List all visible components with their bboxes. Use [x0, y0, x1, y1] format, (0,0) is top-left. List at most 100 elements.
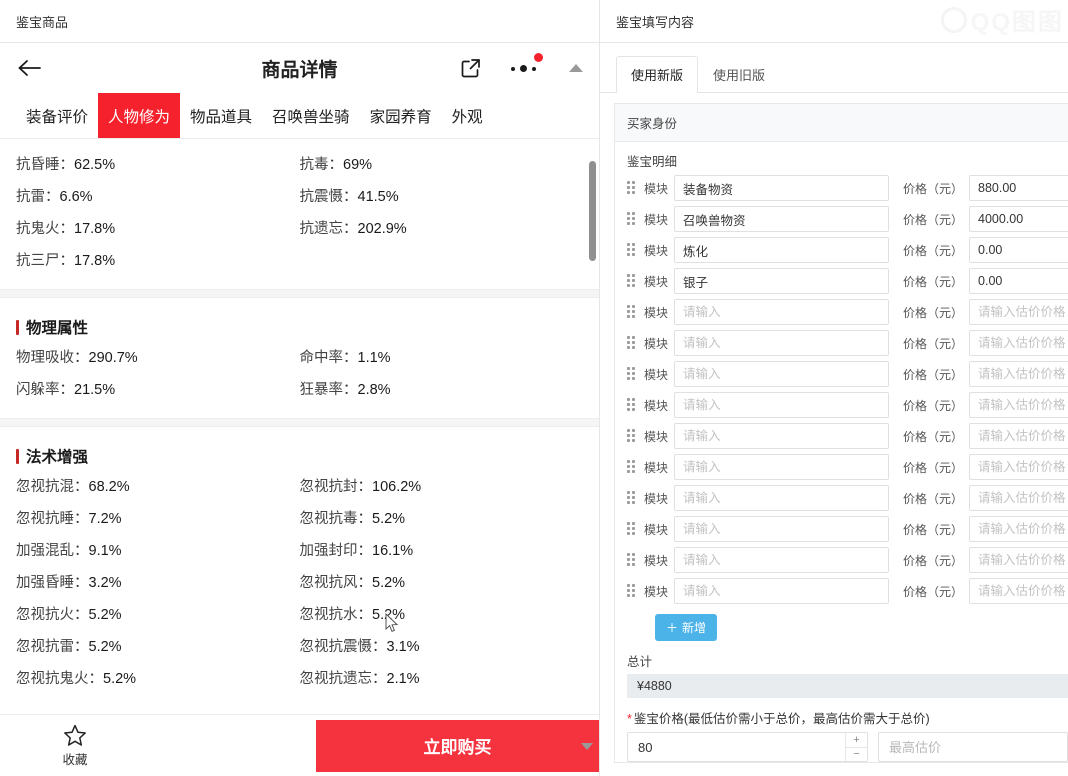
favorite-button[interactable]: 收藏	[0, 724, 150, 768]
drag-handle-icon[interactable]	[627, 553, 638, 567]
module-price-input[interactable]	[969, 237, 1068, 263]
drag-handle-icon[interactable]	[627, 243, 638, 257]
drag-handle-icon[interactable]	[627, 429, 638, 443]
min-price-input[interactable]	[627, 732, 868, 762]
module-price-input[interactable]	[969, 361, 1068, 387]
module-label: 模块	[644, 522, 669, 537]
stat-value: 69%	[343, 157, 373, 173]
module-row: 模块 价格（元）	[615, 267, 1068, 295]
module-price-input[interactable]	[969, 547, 1068, 573]
module-row: 模块 价格（元）	[615, 422, 1068, 450]
module-name-input[interactable]	[674, 485, 890, 511]
appraisal-form-panel: 鉴宝填写内容 QQ图图 使用新版 使用旧版 买家身份 鉴宝明细 模块 价格（元）	[600, 0, 1068, 776]
more-dots-icon[interactable]	[509, 53, 543, 78]
module-label: 模块	[644, 429, 669, 444]
stat-key: 加强混乱	[16, 543, 74, 559]
module-price-input[interactable]	[969, 206, 1068, 232]
tab-new-version[interactable]: 使用新版	[616, 56, 699, 93]
module-price-input[interactable]	[969, 268, 1068, 294]
module-name-input[interactable]	[674, 237, 890, 263]
module-name-input[interactable]	[674, 392, 890, 418]
stepper-decrement-icon[interactable]: −	[846, 747, 867, 761]
module-name-input[interactable]	[674, 361, 890, 387]
stepper-increment-icon[interactable]: +	[846, 733, 867, 748]
stat-row-empty	[300, 245, 584, 277]
drag-handle-icon[interactable]	[627, 584, 638, 598]
drag-handle-icon[interactable]	[627, 367, 638, 381]
module-name-input[interactable]	[674, 516, 890, 542]
tab-items[interactable]: 物品道具	[180, 93, 262, 138]
drag-handle-icon[interactable]	[627, 212, 638, 226]
price-label: 价格（元）	[903, 460, 964, 475]
stat-key: 忽视抗封	[299, 479, 358, 495]
module-price-input[interactable]	[969, 578, 1068, 604]
scrollbar-thumb[interactable]	[589, 161, 596, 261]
stat-value: 2.1%	[386, 671, 420, 687]
module-price-input[interactable]	[969, 516, 1068, 542]
stat-row: 忽视抗鬼火：5.2%	[16, 663, 300, 695]
physical-attributes-section: 物理属性 物理吸收：290.7% 命中率：1.1% 闪躲率：21.5% 狂暴率：…	[0, 298, 599, 418]
module-name-input[interactable]	[674, 578, 890, 604]
tab-pets-mounts[interactable]: 召唤兽坐骑	[262, 93, 360, 138]
drag-handle-icon[interactable]	[627, 274, 638, 288]
favorite-label: 收藏	[62, 752, 88, 767]
stat-colon: ：	[45, 189, 60, 205]
stat-colon: ：	[343, 189, 358, 205]
stat-value: 9.1%	[88, 543, 122, 559]
drag-handle-icon[interactable]	[627, 305, 638, 319]
module-price-input[interactable]	[969, 454, 1068, 480]
module-name-input[interactable]	[674, 206, 890, 232]
drag-handle-icon[interactable]	[627, 491, 638, 505]
stat-key: 忽视抗混	[16, 479, 74, 495]
module-name-input[interactable]	[674, 454, 890, 480]
module-price-input[interactable]	[969, 392, 1068, 418]
magic-section-title-label: 法术增强	[26, 449, 89, 466]
drag-handle-icon[interactable]	[627, 336, 638, 350]
drag-handle-icon[interactable]	[627, 460, 638, 474]
add-module-label: 新增	[682, 621, 707, 635]
add-module-button[interactable]: ＋ 新增	[655, 614, 718, 641]
buy-now-button[interactable]: 立即购买	[316, 719, 599, 772]
detail-scroll-body[interactable]: 抗昏睡：62.5% 抗毒：69% 抗雷：6.6% 抗震慑：41.5% 抗鬼火：1…	[0, 139, 599, 714]
qq-watermark: QQ图图	[940, 2, 1064, 37]
back-arrow-icon[interactable]	[16, 54, 44, 82]
stat-key: 抗遗忘	[299, 221, 344, 237]
module-name-input[interactable]	[674, 547, 890, 573]
resistance-section: 抗昏睡：62.5% 抗毒：69% 抗雷：6.6% 抗震慑：41.5% 抗鬼火：1…	[0, 139, 599, 289]
stat-row: 忽视抗水：5.2%	[300, 599, 584, 631]
tab-old-version[interactable]: 使用旧版	[698, 56, 780, 93]
module-price-input[interactable]	[969, 423, 1068, 449]
appraisal-form-box: 买家身份 鉴宝明细 模块 价格（元） 模块 价格（元） 模块 价格（元）	[614, 103, 1068, 763]
stat-value: 6.6%	[59, 189, 93, 205]
collapse-caret-up-icon[interactable]	[569, 64, 583, 72]
share-external-icon[interactable]	[459, 56, 483, 80]
module-row: 模块 价格（元）	[615, 360, 1068, 388]
section-accent-bar-icon	[16, 448, 19, 464]
tab-homestead[interactable]: 家园养育	[360, 93, 442, 138]
module-name-input[interactable]	[674, 175, 890, 201]
detail-scrollbar[interactable]	[589, 161, 596, 644]
price-label: 价格（元）	[903, 305, 964, 320]
module-name-input[interactable]	[674, 268, 890, 294]
phone-header-actions	[459, 53, 583, 80]
stat-row: 加强混乱：9.1%	[16, 535, 300, 567]
module-price-input[interactable]	[969, 175, 1068, 201]
tab-equipment-rating[interactable]: 装备评价	[16, 93, 98, 138]
stat-colon: ：	[357, 479, 373, 495]
module-price-input[interactable]	[969, 485, 1068, 511]
max-price-input[interactable]	[878, 732, 1068, 762]
stat-row: 忽视抗毒：5.2%	[300, 503, 584, 535]
module-price-input[interactable]	[969, 330, 1068, 356]
stat-row: 忽视抗震慑：3.1%	[300, 631, 584, 663]
module-price-input[interactable]	[969, 299, 1068, 325]
tab-character-cultivation[interactable]: 人物修为	[98, 93, 181, 138]
drag-handle-icon[interactable]	[627, 522, 638, 536]
drag-handle-icon[interactable]	[627, 398, 638, 412]
module-name-input[interactable]	[674, 423, 890, 449]
module-name-input[interactable]	[674, 330, 890, 356]
stat-row: 忽视抗遗忘：2.1%	[300, 663, 584, 695]
drag-handle-icon[interactable]	[627, 181, 638, 195]
module-name-input[interactable]	[674, 299, 890, 325]
scroll-down-caret-icon[interactable]	[581, 743, 593, 750]
tab-appearance[interactable]: 外观	[442, 93, 493, 138]
